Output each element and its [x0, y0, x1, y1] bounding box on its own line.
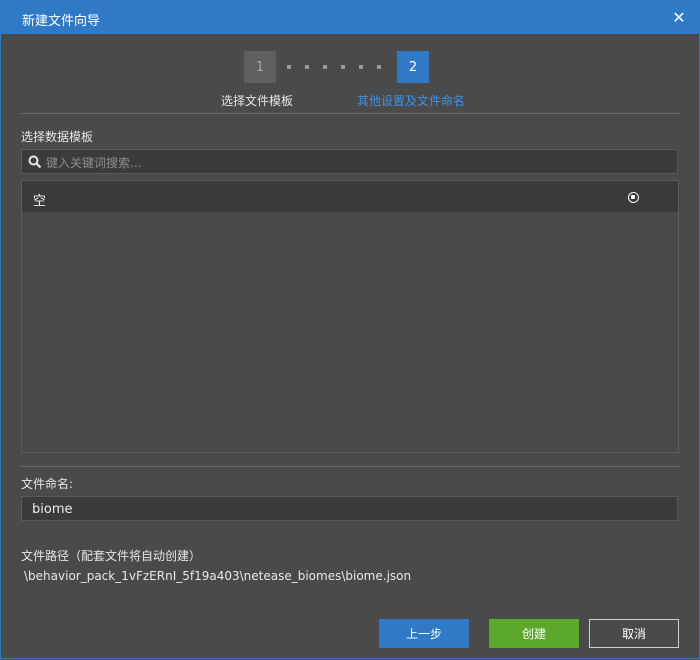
filepath-value: \behavior_pack_1vFzERnI_5f19a403\netease… [24, 569, 412, 583]
filepath-label: 文件路径（配套文件将自动创建） [21, 549, 202, 563]
step-2-indicator: 2 [397, 51, 429, 83]
template-search-box [21, 149, 678, 174]
progress-dot [305, 65, 309, 69]
filename-input[interactable] [30, 500, 674, 519]
progress-dot [377, 65, 381, 69]
progress-dot [341, 65, 345, 69]
step-2-label: 其他设置及文件命名 [357, 94, 466, 108]
progress-dot [287, 65, 291, 69]
cancel-button[interactable]: 取消 [589, 619, 679, 648]
step-1-indicator: 1 [244, 51, 276, 83]
title-bar: 新建文件向导 ✕ [0, 0, 700, 34]
template-list: 空 [21, 180, 679, 453]
template-item-label: 空 [33, 194, 47, 209]
previous-step-button[interactable]: 上一步 [379, 619, 469, 648]
progress-dot [323, 65, 327, 69]
filename-label: 文件命名: [21, 477, 74, 491]
window-title: 新建文件向导 [22, 14, 101, 29]
selected-radio-icon[interactable] [628, 192, 639, 203]
filename-field [21, 496, 678, 521]
step-progress-dots [287, 65, 387, 69]
search-icon [28, 155, 42, 169]
template-list-item[interactable]: 空 [22, 181, 678, 212]
section-divider [21, 466, 680, 467]
step-1-label: 选择文件模板 [221, 94, 294, 108]
template-search-input[interactable] [44, 152, 668, 173]
progress-dot [359, 65, 363, 69]
template-section-label: 选择数据模板 [21, 130, 94, 144]
stepper-divider [21, 113, 680, 114]
create-button[interactable]: 创建 [489, 619, 579, 648]
close-icon[interactable]: ✕ [668, 6, 690, 28]
